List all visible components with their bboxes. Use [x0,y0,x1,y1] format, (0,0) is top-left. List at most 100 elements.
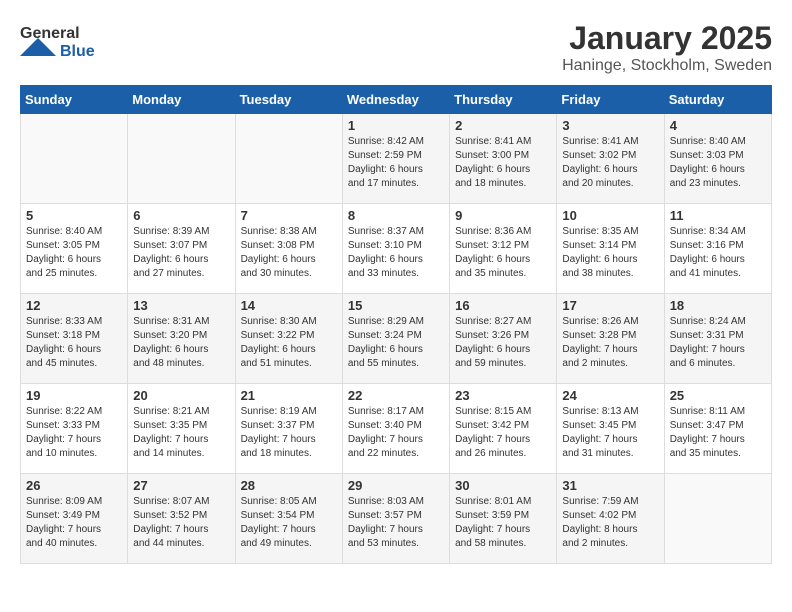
calendar-cell: 21 Sunrise: 8:19 AM Sunset: 3:37 PM Dayli… [235,384,342,474]
day-info: Sunrise: 8:05 AM Sunset: 3:54 PM Dayligh… [241,495,337,551]
day-info: Sunrise: 8:11 AM Sunset: 3:47 PM Dayligh… [670,405,766,461]
calendar-cell [21,114,128,204]
weekday-header-wednesday: Wednesday [342,86,449,114]
day-info: Sunrise: 8:27 AM Sunset: 3:26 PM Dayligh… [455,315,551,371]
day-number: 25 [670,388,766,403]
svg-text:General: General [20,25,80,42]
calendar-cell: 4 Sunrise: 8:40 AM Sunset: 3:03 PM Daylig… [664,114,771,204]
calendar-cell: 8 Sunrise: 8:37 AM Sunset: 3:10 PM Daylig… [342,204,449,294]
calendar-cell: 5 Sunrise: 8:40 AM Sunset: 3:05 PM Daylig… [21,204,128,294]
day-number: 13 [133,298,229,313]
calendar-cell: 12 Sunrise: 8:33 AM Sunset: 3:18 PM Dayli… [21,294,128,384]
day-info: Sunrise: 8:15 AM Sunset: 3:42 PM Dayligh… [455,405,551,461]
calendar-cell: 28 Sunrise: 8:05 AM Sunset: 3:54 PM Dayli… [235,474,342,564]
calendar-cell [664,474,771,564]
day-number: 23 [455,388,551,403]
day-info: Sunrise: 8:24 AM Sunset: 3:31 PM Dayligh… [670,315,766,371]
logo: General Blue [20,20,130,56]
day-info: Sunrise: 8:35 AM Sunset: 3:14 PM Dayligh… [562,225,658,281]
calendar-cell: 22 Sunrise: 8:17 AM Sunset: 3:40 PM Dayli… [342,384,449,474]
calendar-cell: 27 Sunrise: 8:07 AM Sunset: 3:52 PM Dayli… [128,474,235,564]
calendar-cell: 29 Sunrise: 8:03 AM Sunset: 3:57 PM Dayli… [342,474,449,564]
day-info: Sunrise: 8:07 AM Sunset: 3:52 PM Dayligh… [133,495,229,551]
calendar-cell: 1Sunrise: 8:42 AM Sunset: 2:59 PM Daylig… [342,114,449,204]
day-number: 20 [133,388,229,403]
day-number: 15 [348,298,444,313]
calendar-cell: 31 Sunrise: 7:59 AM Sunset: 4:02 PM Dayli… [557,474,664,564]
day-number: 17 [562,298,658,313]
day-number: 22 [348,388,444,403]
calendar-cell: 9Sunrise: 8:36 AM Sunset: 3:12 PM Daylig… [450,204,557,294]
day-info: Sunrise: 8:13 AM Sunset: 3:45 PM Dayligh… [562,405,658,461]
day-number: 11 [670,208,766,223]
day-info: Sunrise: 8:26 AM Sunset: 3:28 PM Dayligh… [562,315,658,371]
calendar-cell: 2 Sunrise: 8:41 AM Sunset: 3:00 PM Daylig… [450,114,557,204]
day-number: 27 [133,478,229,493]
calendar-week-5: 26Sunrise: 8:09 AM Sunset: 3:49 PM Dayli… [21,474,772,564]
day-number: 5 [26,208,122,223]
day-number: 31 [562,478,658,493]
day-info: Sunrise: 8:37 AM Sunset: 3:10 PM Dayligh… [348,225,444,281]
weekday-header-row: SundayMondayTuesdayWednesdayThursdayFrid… [21,86,772,114]
day-info: Sunrise: 8:33 AM Sunset: 3:18 PM Dayligh… [26,315,122,371]
calendar-cell [235,114,342,204]
day-number: 10 [562,208,658,223]
day-number: 24 [562,388,658,403]
calendar-week-3: 12 Sunrise: 8:33 AM Sunset: 3:18 PM Dayli… [21,294,772,384]
day-info: Sunrise: 8:41 AM Sunset: 3:00 PM Dayligh… [455,135,551,191]
day-info: Sunrise: 8:30 AM Sunset: 3:22 PM Dayligh… [241,315,337,371]
day-info: Sunrise: 8:03 AM Sunset: 3:57 PM Dayligh… [348,495,444,551]
day-info: Sunrise: 8:34 AM Sunset: 3:16 PM Dayligh… [670,225,766,281]
weekday-header-tuesday: Tuesday [235,86,342,114]
calendar-cell: 30Sunrise: 8:01 AM Sunset: 3:59 PM Dayli… [450,474,557,564]
day-info: Sunrise: 8:38 AM Sunset: 3:08 PM Dayligh… [241,225,337,281]
calendar-cell: 20Sunrise: 8:21 AM Sunset: 3:35 PM Dayli… [128,384,235,474]
day-number: 2 [455,118,551,133]
calendar-cell: 18 Sunrise: 8:24 AM Sunset: 3:31 PM Dayli… [664,294,771,384]
day-info: Sunrise: 8:17 AM Sunset: 3:40 PM Dayligh… [348,405,444,461]
day-number: 21 [241,388,337,403]
day-info: Sunrise: 8:40 AM Sunset: 3:03 PM Dayligh… [670,135,766,191]
weekday-header-thursday: Thursday [450,86,557,114]
calendar-cell: 10 Sunrise: 8:35 AM Sunset: 3:14 PM Dayli… [557,204,664,294]
day-info: Sunrise: 8:36 AM Sunset: 3:12 PM Dayligh… [455,225,551,281]
day-number: 6 [133,208,229,223]
calendar-week-1: 1Sunrise: 8:42 AM Sunset: 2:59 PM Daylig… [21,114,772,204]
weekday-header-monday: Monday [128,86,235,114]
title-block: January 2025 Haninge, Stockholm, Sweden [562,20,772,75]
day-number: 8 [348,208,444,223]
calendar-cell: 24 Sunrise: 8:13 AM Sunset: 3:45 PM Dayli… [557,384,664,474]
day-number: 14 [241,298,337,313]
day-number: 29 [348,478,444,493]
calendar-cell: 6 Sunrise: 8:39 AM Sunset: 3:07 PM Daylig… [128,204,235,294]
calendar-cell: 26Sunrise: 8:09 AM Sunset: 3:49 PM Dayli… [21,474,128,564]
day-number: 18 [670,298,766,313]
day-number: 4 [670,118,766,133]
day-number: 7 [241,208,337,223]
day-info: Sunrise: 8:42 AM Sunset: 2:59 PM Dayligh… [348,135,444,191]
day-number: 3 [562,118,658,133]
page-header: General Blue January 2025 Haninge, Stock… [20,20,772,75]
day-info: Sunrise: 8:19 AM Sunset: 3:37 PM Dayligh… [241,405,337,461]
day-info: Sunrise: 8:22 AM Sunset: 3:33 PM Dayligh… [26,405,122,461]
day-number: 16 [455,298,551,313]
calendar-week-4: 19 Sunrise: 8:22 AM Sunset: 3:33 PM Dayli… [21,384,772,474]
day-number: 12 [26,298,122,313]
day-number: 19 [26,388,122,403]
calendar-cell: 11 Sunrise: 8:34 AM Sunset: 3:16 PM Dayli… [664,204,771,294]
day-info: Sunrise: 8:40 AM Sunset: 3:05 PM Dayligh… [26,225,122,281]
day-number: 28 [241,478,337,493]
calendar-week-2: 5 Sunrise: 8:40 AM Sunset: 3:05 PM Daylig… [21,204,772,294]
calendar-cell [128,114,235,204]
day-info: Sunrise: 8:01 AM Sunset: 3:59 PM Dayligh… [455,495,551,551]
day-number: 26 [26,478,122,493]
day-info: Sunrise: 7:59 AM Sunset: 4:02 PM Dayligh… [562,495,658,551]
calendar-cell: 17 Sunrise: 8:26 AM Sunset: 3:28 PM Dayli… [557,294,664,384]
calendar-cell: 3Sunrise: 8:41 AM Sunset: 3:02 PM Daylig… [557,114,664,204]
page-title: January 2025 [562,20,772,57]
calendar-cell: 15 Sunrise: 8:29 AM Sunset: 3:24 PM Dayli… [342,294,449,384]
day-info: Sunrise: 8:31 AM Sunset: 3:20 PM Dayligh… [133,315,229,371]
calendar-cell: 25 Sunrise: 8:11 AM Sunset: 3:47 PM Dayli… [664,384,771,474]
day-info: Sunrise: 8:39 AM Sunset: 3:07 PM Dayligh… [133,225,229,281]
day-info: Sunrise: 8:29 AM Sunset: 3:24 PM Dayligh… [348,315,444,371]
